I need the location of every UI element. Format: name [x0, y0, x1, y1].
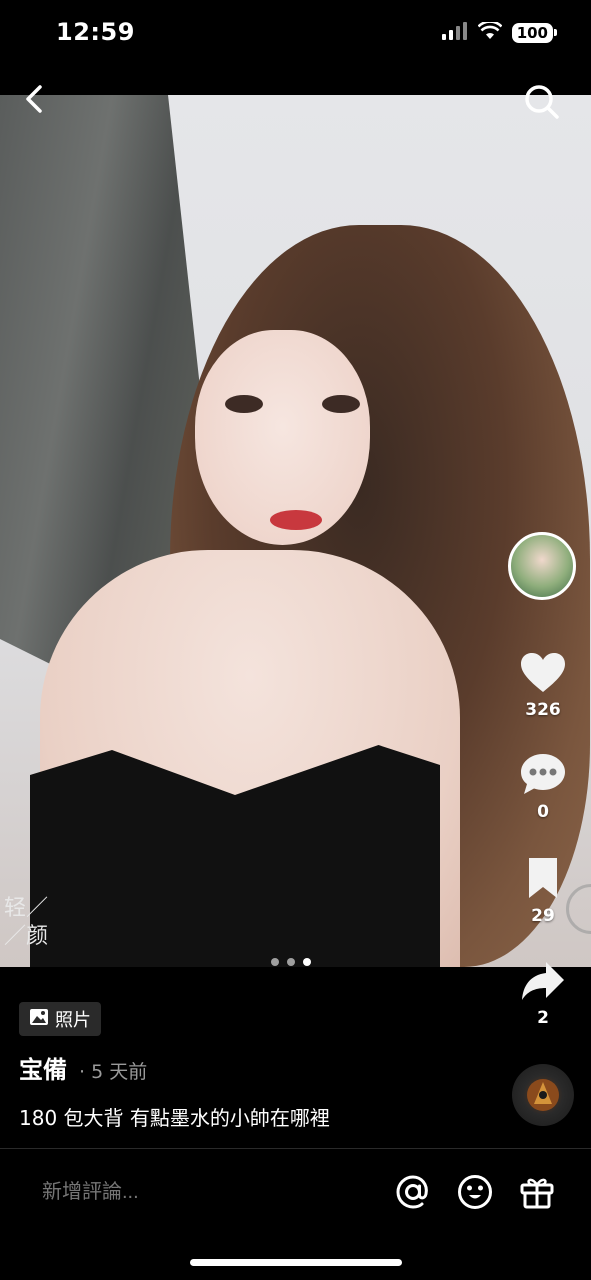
- photo-icon: [29, 1008, 49, 1031]
- media-type-badge: 照片: [19, 1002, 101, 1036]
- emoji-icon[interactable]: [457, 1174, 493, 1214]
- like-count: 326: [525, 700, 561, 720]
- back-icon: [22, 85, 48, 118]
- comment-icon: [519, 754, 567, 800]
- post-time: · 5 天前: [79, 1061, 148, 1083]
- carousel-dots: [271, 958, 311, 966]
- wifi-icon: [477, 20, 503, 44]
- search-icon: [522, 85, 562, 126]
- like-button[interactable]: 326: [512, 652, 574, 720]
- carousel-dot: [271, 958, 279, 966]
- search-button[interactable]: [522, 82, 562, 126]
- right-eye: [322, 395, 360, 413]
- music-disc[interactable]: [512, 1064, 574, 1126]
- comment-input[interactable]: [40, 1180, 374, 1205]
- bookmark-count: 29: [531, 906, 555, 926]
- bookmark-button[interactable]: 29: [512, 856, 574, 926]
- left-eye: [225, 395, 263, 413]
- bookmark-icon: [525, 858, 561, 904]
- music-disc-art: [527, 1079, 559, 1111]
- share-button[interactable]: 2: [512, 960, 574, 1028]
- photo-watermark: 轻／ ／颜: [4, 896, 49, 949]
- home-indicator: [190, 1259, 402, 1266]
- gift-icon[interactable]: [519, 1174, 555, 1214]
- at-icon[interactable]: [395, 1174, 431, 1214]
- media-type-label: 照片: [55, 1010, 91, 1031]
- signal-icon: [441, 22, 468, 44]
- back-button[interactable]: [22, 84, 48, 118]
- share-icon: [520, 962, 566, 1006]
- lips: [270, 510, 322, 530]
- battery-indicator: 100: [511, 23, 558, 43]
- share-count: 2: [537, 1008, 549, 1028]
- status-icons: 100: [441, 20, 558, 44]
- comment-button[interactable]: 0: [512, 752, 574, 822]
- status-bar: 12:59 100: [0, 0, 591, 70]
- heart-icon: [520, 653, 566, 698]
- post-caption: 180 包大背 有點墨水的小帥在哪裡: [19, 1106, 330, 1130]
- author-name[interactable]: 宝備: [19, 1050, 67, 1085]
- comment-count: 0: [537, 802, 549, 822]
- carousel-dot-active: [303, 958, 311, 966]
- divider: [0, 1148, 591, 1149]
- status-time: 12:59: [56, 18, 135, 46]
- author-avatar[interactable]: [508, 532, 576, 600]
- comment-bar-icons: [395, 1174, 555, 1214]
- post-photo[interactable]: 轻／ ／颜: [0, 95, 591, 967]
- author-row: 宝備 · 5 天前: [19, 1050, 147, 1085]
- carousel-dot: [287, 958, 295, 966]
